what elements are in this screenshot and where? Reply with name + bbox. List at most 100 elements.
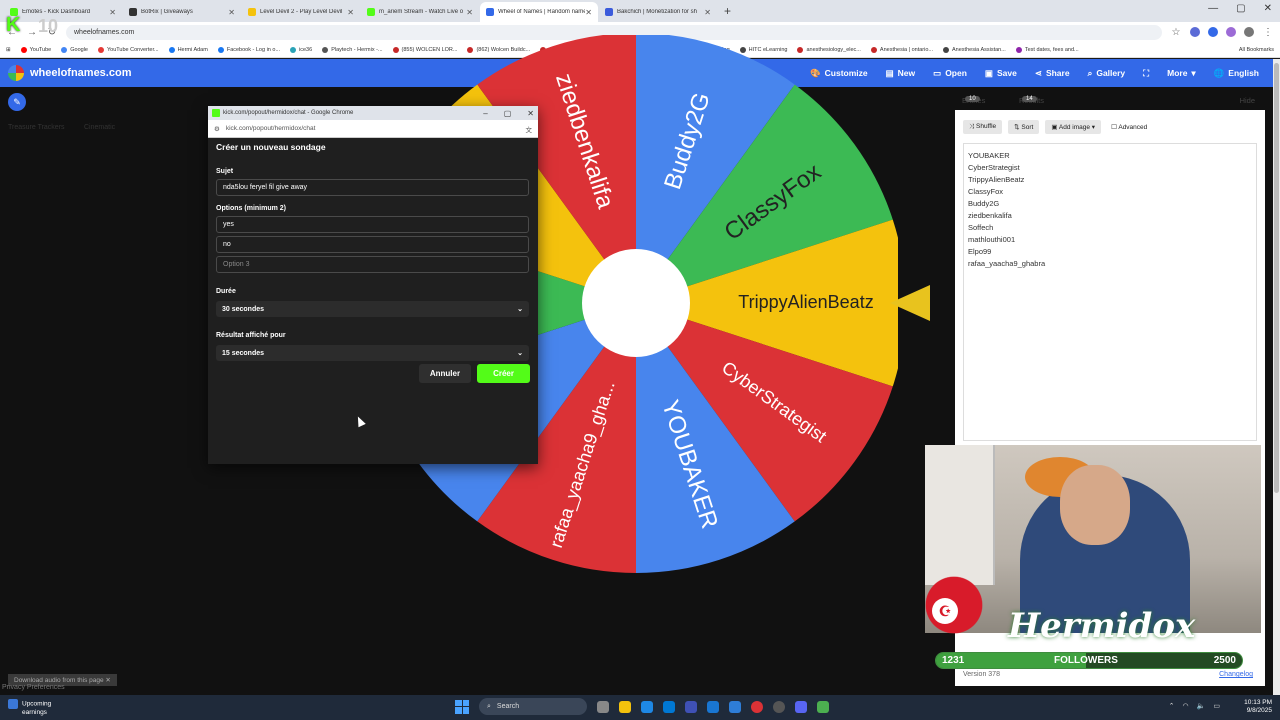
close-tab-icon[interactable]: ✕ <box>466 8 473 17</box>
minimize-icon[interactable]: — <box>1208 3 1218 14</box>
site-settings-icon[interactable]: ⚙ <box>214 125 220 133</box>
all-bookmarks-folder[interactable]: All Bookmarks <box>1239 47 1274 53</box>
bookmark-label: YouTube Converter... <box>106 46 159 53</box>
browser-tab[interactable]: Bakchich | Monetization for sh ✕ <box>599 2 717 22</box>
menu-language[interactable]: 🌐 English <box>1214 68 1259 79</box>
windows-start-icon[interactable] <box>455 699 469 714</box>
menu-gallery[interactable]: ⌕ Gallery <box>1088 68 1126 79</box>
entries-textarea[interactable]: YOUBAKER CyberStrategist TrippyAlienBeatz C… <box>963 143 1257 441</box>
advanced-checkbox[interactable]: ☐ Advanced <box>1107 120 1151 134</box>
button-label: Add image <box>1058 124 1090 131</box>
minimize-icon[interactable]: – <box>483 109 487 118</box>
options-label: Options (minimum 2) <box>216 205 286 212</box>
obs-icon[interactable] <box>773 700 785 713</box>
bookmark-item[interactable]: YouTube Converter... <box>97 46 159 53</box>
maximize-icon[interactable]: ▢ <box>504 109 512 118</box>
translate-icon[interactable]: 文 <box>526 124 533 134</box>
wheel-logo-icon[interactable] <box>8 65 24 81</box>
maximize-icon[interactable]: ▢ <box>1236 3 1245 14</box>
new-tab-button[interactable]: + <box>718 4 737 18</box>
discord-icon[interactable] <box>795 700 807 713</box>
add-image-button[interactable]: ▣ Add image ▾ <box>1045 120 1102 134</box>
close-icon[interactable]: ✕ <box>1264 3 1272 14</box>
bookmark-item[interactable]: Anesthesia Assistan... <box>943 46 1006 53</box>
browser-tab[interactable]: Level Devil 2 - Play Level Devil ✕ <box>242 2 360 22</box>
extension-icon[interactable] <box>1226 27 1236 37</box>
sort-button[interactable]: ⇅ Sort <box>1008 120 1040 134</box>
battery-icon[interactable]: ▭ <box>1213 702 1220 710</box>
close-tab-icon[interactable]: ✕ <box>585 8 592 17</box>
bookmark-item[interactable]: Hermi Adam <box>168 46 208 53</box>
poll-form: Créer un nouveau sondage Sujet nda5lou f… <box>216 142 530 383</box>
hide-link[interactable]: Hide <box>1240 96 1255 105</box>
site-name[interactable]: wheelofnames.com <box>30 67 131 79</box>
edit-pencil-button[interactable]: ✎ <box>8 93 26 111</box>
menu-more[interactable]: More ▾ <box>1167 68 1196 79</box>
browser-tab[interactable]: BotRix | Giveaways ✕ <box>123 2 241 22</box>
app-icon[interactable] <box>685 700 697 713</box>
bookmark-item[interactable]: Playtech - Hermix -... <box>322 46 383 53</box>
bookmark-favicon-icon <box>168 46 175 53</box>
changelog-link[interactable]: Changelog <box>1219 671 1253 678</box>
close-tab-icon[interactable]: ✕ <box>347 8 354 17</box>
duration-select[interactable]: 30 secondes ⌄ <box>216 301 529 317</box>
menu-open[interactable]: ▭ Open <box>933 68 967 79</box>
close-icon[interactable]: ✕ <box>527 109 534 118</box>
option-3-input[interactable]: Option 3 <box>216 256 529 273</box>
browser-tab[interactable]: Emotes - Kick Dashboard ✕ <box>4 2 122 22</box>
bookmark-item[interactable]: Google <box>61 46 88 53</box>
close-tab-icon[interactable]: ✕ <box>228 8 235 17</box>
edge-icon[interactable] <box>641 700 653 713</box>
browser-tab[interactable]: Wheel of Names | Random name ✕ <box>480 2 598 22</box>
menu-label: English <box>1228 68 1259 78</box>
flag-decoration: ☪ <box>910 560 1020 650</box>
chevron-up-icon[interactable]: ⌃ <box>1169 702 1175 710</box>
subject-input[interactable]: nda5lou feryel fil give away <box>216 179 529 196</box>
profile-avatar[interactable] <box>1244 27 1254 37</box>
browser-tab[interactable]: m_ariem Stream - Watch Live o ✕ <box>361 2 479 22</box>
scrollbar-thumb[interactable] <box>1274 63 1279 493</box>
option-1-input[interactable]: yes <box>216 216 529 233</box>
shuffle-button[interactable]: ⤨ Shuffle <box>963 120 1003 134</box>
menu-share[interactable]: ⋖ Share <box>1035 68 1070 79</box>
menu-save[interactable]: ▣ Save <box>985 68 1017 79</box>
apps-grid-icon[interactable]: ⊞ <box>6 47 11 53</box>
weather-widget[interactable]: Upcoming earnings <box>8 699 51 717</box>
store-icon[interactable] <box>663 700 675 713</box>
close-tab-icon[interactable]: ✕ <box>704 8 711 17</box>
extension-icon[interactable] <box>1190 27 1200 37</box>
bookmark-item[interactable]: YouTube <box>20 46 51 53</box>
app-icon[interactable] <box>729 700 741 713</box>
app-icon[interactable] <box>817 700 829 713</box>
bookmark-item[interactable]: Test dates, fees and... <box>1015 46 1079 53</box>
privacy-link[interactable]: Privacy Preferences <box>2 684 65 691</box>
task-view-icon[interactable] <box>597 700 609 713</box>
create-poll-button[interactable]: Créer <box>477 364 530 383</box>
option-2-input[interactable]: no <box>216 236 529 253</box>
chrome-icon[interactable] <box>751 700 763 713</box>
bookmark-item[interactable]: ice36 <box>290 46 312 53</box>
followers-goal-bar: 1231 FOLLOWERS 2500 <box>935 652 1243 669</box>
browser-menu-icon[interactable]: ⋮ <box>1262 27 1274 38</box>
page-scrollbar[interactable] <box>1273 59 1280 695</box>
taskbar-search[interactable]: ⌕ Search <box>479 698 587 715</box>
forward-icon[interactable]: → <box>26 27 38 38</box>
menu-fullscreen[interactable]: ⛶ <box>1143 68 1149 79</box>
bookmark-item[interactable]: Facebook - Log in o... <box>217 46 280 53</box>
cancel-button[interactable]: Annuler <box>418 364 472 383</box>
bookmark-favicon-icon <box>1015 46 1022 53</box>
bookmark-star-icon[interactable]: ☆ <box>1170 27 1182 38</box>
shuffle-icon: ⤨ <box>969 123 977 130</box>
wifi-icon[interactable]: ◠ <box>1183 702 1189 710</box>
app-icon[interactable] <box>707 700 719 713</box>
search-icon: ⌕ <box>487 702 491 710</box>
entry-line: Soffech <box>968 223 994 232</box>
speaker-icon[interactable]: 🔈 <box>1197 702 1206 710</box>
entry-line: rafaa_yaacha9_ghabra <box>968 259 1046 268</box>
file-explorer-icon[interactable] <box>619 700 631 713</box>
taskbar-clock[interactable]: 10:13 PM 9/8/2025 <box>1244 699 1272 715</box>
extension-icon[interactable] <box>1208 27 1218 37</box>
close-tab-icon[interactable]: ✕ <box>109 8 116 17</box>
result-duration-select[interactable]: 15 secondes ⌄ <box>216 345 529 361</box>
wheel-center-button[interactable] <box>582 249 690 357</box>
